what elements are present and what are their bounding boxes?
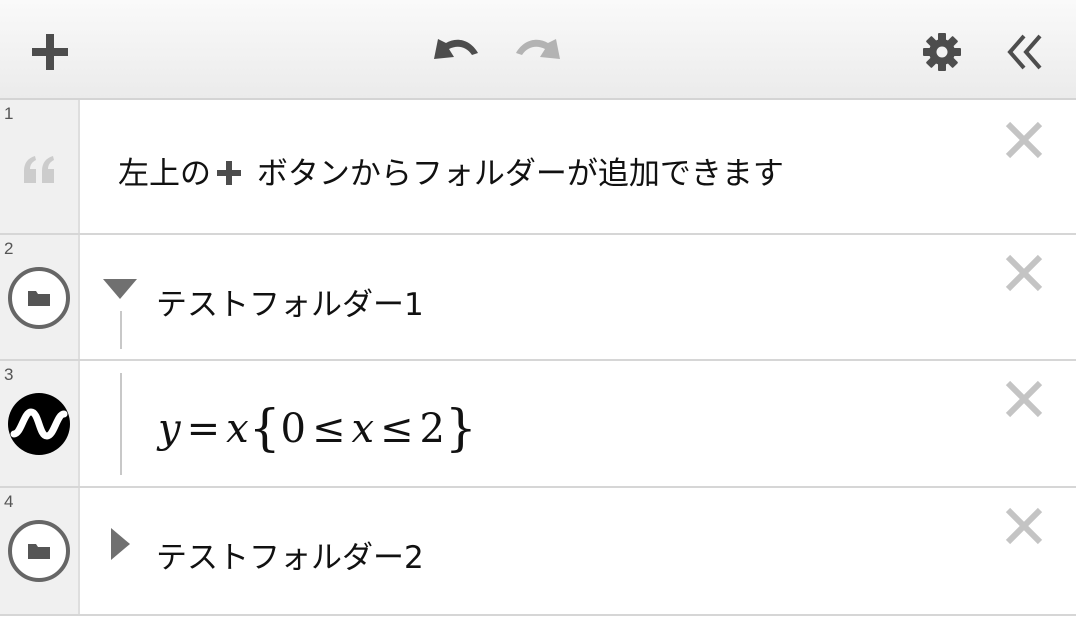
delete-button[interactable] — [1000, 375, 1048, 423]
expression-row-folder[interactable]: 4 テストフォルダー2 — [0, 488, 1076, 616]
triangle-down-icon — [103, 279, 137, 299]
delete-button[interactable] — [1000, 116, 1048, 164]
expression-row-math[interactable]: 3 y = x{0 ≤ x ≤2} — [0, 361, 1076, 488]
close-icon — [1005, 380, 1043, 418]
row-gutter: 1 — [0, 100, 80, 233]
row-gutter: 3 — [0, 361, 80, 486]
folder-title[interactable]: テストフォルダー2 — [156, 532, 424, 577]
note-text-before: 左上の — [118, 156, 211, 192]
math-equals: = — [186, 406, 221, 452]
folder-icon — [6, 265, 72, 331]
quote-icon — [18, 150, 62, 190]
plus-icon — [32, 34, 68, 70]
close-icon — [1005, 254, 1043, 292]
math-le: ≤ — [380, 406, 414, 452]
folder-expand-toggle[interactable] — [102, 524, 138, 564]
folder-collapse-toggle[interactable] — [98, 273, 142, 305]
gear-icon — [923, 33, 961, 71]
folder-tree-line — [120, 311, 122, 349]
row-gutter: 4 — [0, 488, 80, 614]
math-var-x: x — [351, 406, 375, 452]
add-item-button[interactable] — [22, 26, 78, 78]
folder-icon — [6, 518, 72, 584]
collapse-list-button[interactable] — [996, 26, 1056, 78]
settings-button[interactable] — [916, 28, 968, 76]
row-gutter: 2 — [0, 235, 80, 359]
row-index: 1 — [4, 104, 14, 123]
delete-button[interactable] — [1000, 249, 1048, 297]
delete-button[interactable] — [1000, 502, 1048, 550]
expression-toolbar — [0, 0, 1076, 100]
double-chevron-left-icon — [1007, 34, 1042, 70]
undo-icon — [434, 39, 478, 59]
close-icon — [1005, 507, 1043, 545]
math-var-x: x — [226, 406, 249, 452]
expression-row-folder[interactable]: 2 テストフォルダー1 — [0, 235, 1076, 361]
note-text[interactable]: 左上の ボタンからフォルダーが追加できます — [118, 148, 784, 193]
expression-row-note[interactable]: 1 左上の ボタンからフォルダーが追加できます — [0, 100, 1076, 235]
math-number-0: 0 — [280, 406, 306, 452]
row-index: 2 — [4, 239, 14, 258]
expression-list-app: 1 左上の ボタンからフォルダーが追加できます 2 テストフォルダー1 3 y … — [0, 0, 1076, 620]
math-le: ≤ — [311, 406, 346, 452]
math-expression-input[interactable]: y = x{0 ≤ x ≤2} — [158, 399, 477, 457]
redo-button[interactable] — [508, 28, 568, 74]
note-text-after: ボタンからフォルダーが追加できます — [247, 156, 784, 192]
math-right-brace: } — [445, 399, 477, 457]
folder-tree-line — [120, 373, 122, 475]
plus-icon — [217, 160, 241, 185]
redo-icon — [516, 39, 560, 59]
row-index: 4 — [4, 492, 14, 511]
math-left-brace: { — [248, 399, 281, 457]
row-index: 3 — [4, 365, 14, 384]
math-var-y: y — [158, 406, 181, 452]
triangle-right-icon — [111, 528, 130, 560]
math-number-2: 2 — [419, 406, 445, 452]
folder-title[interactable]: テストフォルダー1 — [156, 279, 424, 324]
undo-button[interactable] — [426, 28, 486, 74]
close-icon — [1005, 121, 1043, 159]
graph-wave-icon[interactable] — [6, 391, 72, 457]
